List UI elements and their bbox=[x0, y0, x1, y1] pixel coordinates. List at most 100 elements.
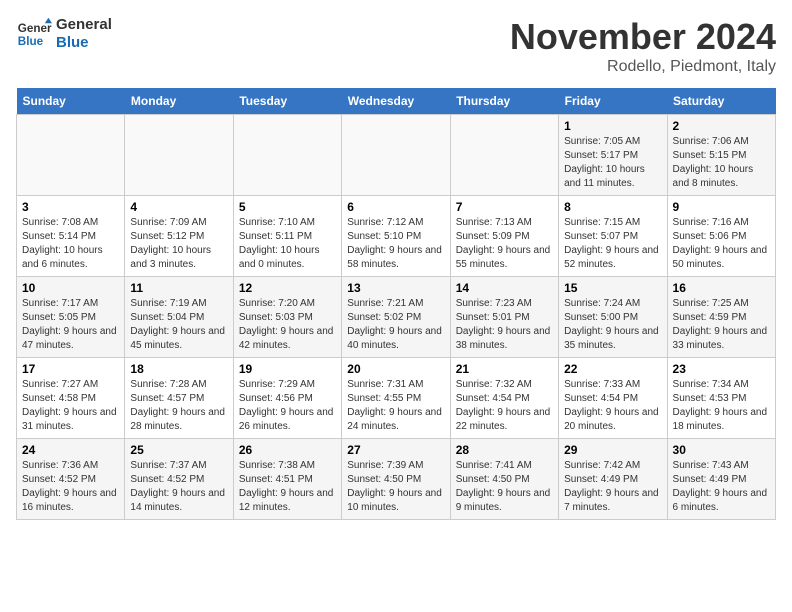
day-info: Sunrise: 7:42 AM Sunset: 4:49 PM Dayligh… bbox=[564, 459, 661, 515]
calendar-body: 1 Sunrise: 7:05 AM Sunset: 5:17 PM Daylig… bbox=[17, 115, 776, 520]
day-info: Sunrise: 7:25 AM Sunset: 4:59 PM Dayligh… bbox=[673, 297, 770, 353]
day-info: Sunrise: 7:19 AM Sunset: 5:04 PM Dayligh… bbox=[130, 297, 227, 353]
calendar-cell: 4 Sunrise: 7:09 AM Sunset: 5:12 PM Daylig… bbox=[125, 196, 233, 277]
day-number: 4 bbox=[130, 200, 227, 214]
day-info: Sunrise: 7:17 AM Sunset: 5:05 PM Dayligh… bbox=[22, 297, 119, 353]
weekday-header-wednesday: Wednesday bbox=[342, 88, 450, 115]
calendar-cell: 17Sunrise: 7:27 AM Sunset: 4:58 PM Dayli… bbox=[17, 358, 125, 439]
weekday-header-tuesday: Tuesday bbox=[233, 88, 341, 115]
day-info: Sunrise: 7:43 AM Sunset: 4:49 PM Dayligh… bbox=[673, 459, 770, 515]
day-number: 24 bbox=[22, 443, 119, 457]
day-number: 21 bbox=[456, 362, 553, 376]
calendar-cell: 24 Sunrise: 7:36 AM Sunset: 4:52 PM Dayli… bbox=[17, 439, 125, 520]
weekday-header-saturday: Saturday bbox=[667, 88, 775, 115]
weekday-header-friday: Friday bbox=[559, 88, 667, 115]
day-number: 18 bbox=[130, 362, 227, 376]
calendar-cell bbox=[450, 115, 558, 196]
month-title: November 2024 bbox=[510, 16, 776, 58]
day-info: Sunrise: 7:41 AM Sunset: 4:50 PM Dayligh… bbox=[456, 459, 553, 515]
calendar-cell: 13 Sunrise: 7:21 AM Sunset: 5:02 PM Dayli… bbox=[342, 277, 450, 358]
calendar-cell: 12 Sunrise: 7:20 AM Sunset: 5:03 PM Dayli… bbox=[233, 277, 341, 358]
day-number: 7 bbox=[456, 200, 553, 214]
calendar-cell: 27Sunrise: 7:39 AM Sunset: 4:50 PM Dayli… bbox=[342, 439, 450, 520]
day-number: 1 bbox=[564, 119, 661, 133]
day-number: 3 bbox=[22, 200, 119, 214]
calendar-cell: 20Sunrise: 7:31 AM Sunset: 4:55 PM Dayli… bbox=[342, 358, 450, 439]
day-number: 15 bbox=[564, 281, 661, 295]
day-info: Sunrise: 7:39 AM Sunset: 4:50 PM Dayligh… bbox=[347, 459, 444, 515]
day-info: Sunrise: 7:27 AM Sunset: 4:58 PM Dayligh… bbox=[22, 378, 119, 434]
calendar-cell: 29Sunrise: 7:42 AM Sunset: 4:49 PM Dayli… bbox=[559, 439, 667, 520]
day-number: 10 bbox=[22, 281, 119, 295]
calendar-cell: 1 Sunrise: 7:05 AM Sunset: 5:17 PM Daylig… bbox=[559, 115, 667, 196]
weekday-header-row: SundayMondayTuesdayWednesdayThursdayFrid… bbox=[17, 88, 776, 115]
calendar-table: SundayMondayTuesdayWednesdayThursdayFrid… bbox=[16, 88, 776, 520]
day-info: Sunrise: 7:20 AM Sunset: 5:03 PM Dayligh… bbox=[239, 297, 336, 353]
calendar-cell: 10 Sunrise: 7:17 AM Sunset: 5:05 PM Dayli… bbox=[17, 277, 125, 358]
day-number: 6 bbox=[347, 200, 444, 214]
day-info: Sunrise: 7:15 AM Sunset: 5:07 PM Dayligh… bbox=[564, 216, 661, 272]
week-row-2: 3Sunrise: 7:08 AM Sunset: 5:14 PM Daylig… bbox=[17, 196, 776, 277]
day-info: Sunrise: 7:12 AM Sunset: 5:10 PM Dayligh… bbox=[347, 216, 444, 272]
calendar-cell bbox=[342, 115, 450, 196]
calendar-cell: 26Sunrise: 7:38 AM Sunset: 4:51 PM Dayli… bbox=[233, 439, 341, 520]
logo: General Blue General Blue bbox=[16, 16, 112, 52]
day-info: Sunrise: 7:33 AM Sunset: 4:54 PM Dayligh… bbox=[564, 378, 661, 434]
calendar-cell: 3Sunrise: 7:08 AM Sunset: 5:14 PM Daylig… bbox=[17, 196, 125, 277]
calendar-cell: 11 Sunrise: 7:19 AM Sunset: 5:04 PM Dayli… bbox=[125, 277, 233, 358]
calendar-cell bbox=[233, 115, 341, 196]
day-info: Sunrise: 7:05 AM Sunset: 5:17 PM Dayligh… bbox=[564, 135, 661, 191]
day-info: Sunrise: 7:09 AM Sunset: 5:12 PM Dayligh… bbox=[130, 216, 227, 272]
day-info: Sunrise: 7:36 AM Sunset: 4:52 PM Dayligh… bbox=[22, 459, 119, 515]
day-info: Sunrise: 7:16 AM Sunset: 5:06 PM Dayligh… bbox=[673, 216, 770, 272]
day-number: 5 bbox=[239, 200, 336, 214]
calendar-cell: 25 Sunrise: 7:37 AM Sunset: 4:52 PM Dayli… bbox=[125, 439, 233, 520]
weekday-header-sunday: Sunday bbox=[17, 88, 125, 115]
day-info: Sunrise: 7:21 AM Sunset: 5:02 PM Dayligh… bbox=[347, 297, 444, 353]
week-row-1: 1 Sunrise: 7:05 AM Sunset: 5:17 PM Daylig… bbox=[17, 115, 776, 196]
logo-icon: General Blue bbox=[16, 16, 52, 52]
day-info: Sunrise: 7:23 AM Sunset: 5:01 PM Dayligh… bbox=[456, 297, 553, 353]
calendar-cell: 21 Sunrise: 7:32 AM Sunset: 4:54 PM Dayli… bbox=[450, 358, 558, 439]
day-number: 8 bbox=[564, 200, 661, 214]
day-number: 13 bbox=[347, 281, 444, 295]
calendar-cell: 7 Sunrise: 7:13 AM Sunset: 5:09 PM Daylig… bbox=[450, 196, 558, 277]
calendar-cell: 22 Sunrise: 7:33 AM Sunset: 4:54 PM Dayli… bbox=[559, 358, 667, 439]
day-number: 12 bbox=[239, 281, 336, 295]
day-info: Sunrise: 7:32 AM Sunset: 4:54 PM Dayligh… bbox=[456, 378, 553, 434]
weekday-header-thursday: Thursday bbox=[450, 88, 558, 115]
calendar-cell: 28Sunrise: 7:41 AM Sunset: 4:50 PM Dayli… bbox=[450, 439, 558, 520]
calendar-cell: 18Sunrise: 7:28 AM Sunset: 4:57 PM Dayli… bbox=[125, 358, 233, 439]
day-info: Sunrise: 7:37 AM Sunset: 4:52 PM Dayligh… bbox=[130, 459, 227, 515]
day-number: 16 bbox=[673, 281, 770, 295]
calendar-cell: 8 Sunrise: 7:15 AM Sunset: 5:07 PM Daylig… bbox=[559, 196, 667, 277]
day-number: 25 bbox=[130, 443, 227, 457]
calendar-cell: 30Sunrise: 7:43 AM Sunset: 4:49 PM Dayli… bbox=[667, 439, 775, 520]
calendar-cell: 9 Sunrise: 7:16 AM Sunset: 5:06 PM Daylig… bbox=[667, 196, 775, 277]
calendar-cell: 6 Sunrise: 7:12 AM Sunset: 5:10 PM Daylig… bbox=[342, 196, 450, 277]
day-info: Sunrise: 7:29 AM Sunset: 4:56 PM Dayligh… bbox=[239, 378, 336, 434]
calendar-cell: 5 Sunrise: 7:10 AM Sunset: 5:11 PM Daylig… bbox=[233, 196, 341, 277]
day-number: 22 bbox=[564, 362, 661, 376]
day-number: 19 bbox=[239, 362, 336, 376]
calendar-cell: 15Sunrise: 7:24 AM Sunset: 5:00 PM Dayli… bbox=[559, 277, 667, 358]
calendar-cell: 19 Sunrise: 7:29 AM Sunset: 4:56 PM Dayli… bbox=[233, 358, 341, 439]
calendar-cell: 23Sunrise: 7:34 AM Sunset: 4:53 PM Dayli… bbox=[667, 358, 775, 439]
day-number: 11 bbox=[130, 281, 227, 295]
location-subtitle: Rodello, Piedmont, Italy bbox=[510, 58, 776, 76]
title-section: November 2024 Rodello, Piedmont, Italy bbox=[510, 16, 776, 76]
svg-text:Blue: Blue bbox=[18, 35, 44, 48]
calendar-cell: 16 Sunrise: 7:25 AM Sunset: 4:59 PM Dayli… bbox=[667, 277, 775, 358]
day-number: 9 bbox=[673, 200, 770, 214]
calendar-cell bbox=[17, 115, 125, 196]
calendar-cell: 14 Sunrise: 7:23 AM Sunset: 5:01 PM Dayli… bbox=[450, 277, 558, 358]
header: General Blue General Blue November 2024 … bbox=[16, 16, 776, 76]
week-row-5: 24 Sunrise: 7:36 AM Sunset: 4:52 PM Dayli… bbox=[17, 439, 776, 520]
day-number: 2 bbox=[673, 119, 770, 133]
day-info: Sunrise: 7:13 AM Sunset: 5:09 PM Dayligh… bbox=[456, 216, 553, 272]
logo-text: General Blue bbox=[56, 16, 112, 52]
day-number: 14 bbox=[456, 281, 553, 295]
calendar-cell bbox=[125, 115, 233, 196]
day-info: Sunrise: 7:10 AM Sunset: 5:11 PM Dayligh… bbox=[239, 216, 336, 272]
day-info: Sunrise: 7:06 AM Sunset: 5:15 PM Dayligh… bbox=[673, 135, 770, 191]
